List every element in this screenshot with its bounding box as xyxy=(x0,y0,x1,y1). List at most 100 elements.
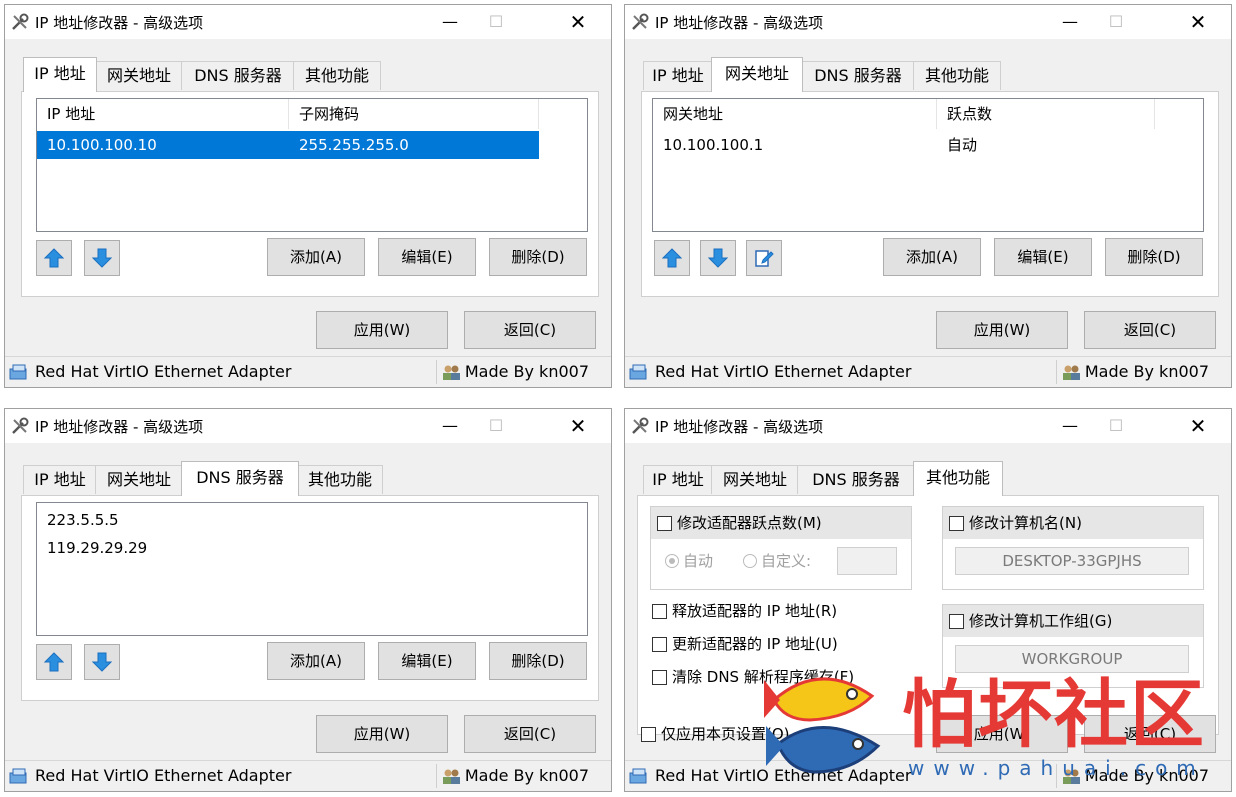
watermark-text: 怕坏社区 xyxy=(902,672,1206,758)
title-bar[interactable]: IP 地址修改器 - 高级选项 — ☐ ✕ xyxy=(5,409,611,443)
renew-ip-checkbox[interactable] xyxy=(652,637,667,652)
tab-gateway[interactable]: 网关地址 xyxy=(95,465,183,494)
metric-checkbox-label: 修改适配器跃点数(M) xyxy=(677,514,822,532)
move-down-button[interactable] xyxy=(700,240,736,276)
window-ip-tab: IP 地址修改器 - 高级选项 — ☐ ✕ IP 地址 网关地址 DNS 服务器… xyxy=(4,4,612,388)
maximize-button[interactable]: ☐ xyxy=(1093,409,1139,443)
apply-button[interactable]: 应用(W) xyxy=(936,311,1068,349)
title-bar[interactable]: IP 地址修改器 - 高级选项 — ☐ ✕ xyxy=(5,5,611,39)
tab-ip[interactable]: IP 地址 xyxy=(643,465,713,494)
title-bar[interactable]: IP 地址修改器 - 高级选项 — ☐ ✕ xyxy=(625,5,1231,39)
gateway-list[interactable]: 网关地址 跃点数 10.100.100.1 自动 xyxy=(652,98,1204,232)
tab-dns[interactable]: DNS 服务器 xyxy=(181,61,295,90)
tab-dns[interactable]: DNS 服务器 xyxy=(801,61,915,90)
flush-dns-checkbox[interactable] xyxy=(652,670,667,685)
tab-dns[interactable]: DNS 服务器 xyxy=(797,465,915,494)
users-icon xyxy=(443,769,460,784)
column-header-gateway[interactable]: 网关地址 xyxy=(653,99,937,129)
close-button[interactable]: ✕ xyxy=(555,409,601,443)
users-icon xyxy=(1063,365,1080,380)
author-label: Made By kn007 xyxy=(1084,362,1209,381)
column-header-metric[interactable]: 跃点数 xyxy=(937,99,1155,129)
window-gateway-tab: IP 地址修改器 - 高级选项 — ☐ ✕ IP 地址 网关地址 DNS 服务器… xyxy=(624,4,1232,388)
move-up-button[interactable] xyxy=(36,644,72,680)
status-bar: Red Hat VirtIO Ethernet Adapter Made By … xyxy=(5,356,611,387)
apply-button[interactable]: 应用(W) xyxy=(316,715,448,753)
status-bar: Red Hat VirtIO Ethernet Adapter Made By … xyxy=(625,356,1231,387)
apply-page-only-checkbox[interactable] xyxy=(641,727,656,742)
tab-other[interactable]: 其他功能 xyxy=(297,465,383,494)
tab-dns[interactable]: DNS 服务器 xyxy=(181,461,299,496)
move-up-button[interactable] xyxy=(36,240,72,276)
close-button[interactable]: ✕ xyxy=(1175,409,1221,443)
custom-metric-input[interactable] xyxy=(837,547,897,575)
minimize-button[interactable]: — xyxy=(1047,409,1093,443)
release-ip-checkbox[interactable] xyxy=(652,604,667,619)
tab-gateway[interactable]: 网关地址 xyxy=(711,57,803,92)
edit-metric-icon xyxy=(755,250,774,267)
arrow-up-icon xyxy=(662,248,682,268)
workgroup-checkbox[interactable] xyxy=(949,614,964,629)
minimize-button[interactable]: — xyxy=(427,409,473,443)
tab-panel: 223.5.5.5 119.29.29.29 添加(A) 编辑(E) 删除(D) xyxy=(21,495,599,701)
apply-button[interactable]: 应用(W) xyxy=(316,311,448,349)
list-item[interactable]: 223.5.5.5 xyxy=(47,511,119,529)
arrow-down-icon xyxy=(92,248,112,268)
back-button[interactable]: 返回(C) xyxy=(1084,311,1216,349)
dns-list[interactable]: 223.5.5.5 119.29.29.29 xyxy=(36,502,588,636)
maximize-button[interactable]: ☐ xyxy=(473,5,519,39)
network-adapter-icon xyxy=(9,364,27,380)
column-header-ip[interactable]: IP 地址 xyxy=(37,99,289,129)
tools-icon xyxy=(632,13,649,30)
delete-button[interactable]: 删除(D) xyxy=(489,238,587,276)
edit-button[interactable]: 编辑(E) xyxy=(994,238,1092,276)
back-button[interactable]: 返回(C) xyxy=(464,311,596,349)
minimize-button[interactable]: — xyxy=(427,5,473,39)
hostname-checkbox[interactable] xyxy=(949,516,964,531)
metric-checkbox[interactable] xyxy=(657,516,672,531)
edit-button[interactable]: 编辑(E) xyxy=(378,238,476,276)
network-adapter-icon xyxy=(629,768,647,784)
cell-ip: 10.100.100.10 xyxy=(47,136,157,154)
move-down-button[interactable] xyxy=(84,644,120,680)
add-button[interactable]: 添加(A) xyxy=(267,238,365,276)
tab-gateway[interactable]: 网关地址 xyxy=(711,465,799,494)
title-bar[interactable]: IP 地址修改器 - 高级选项 — ☐ ✕ xyxy=(625,409,1231,443)
tools-icon xyxy=(632,417,649,434)
custom-radio-label: 自定义: xyxy=(761,552,812,570)
tab-ip[interactable]: IP 地址 xyxy=(643,61,713,90)
back-button[interactable]: 返回(C) xyxy=(464,715,596,753)
tab-other[interactable]: 其他功能 xyxy=(913,461,1003,496)
move-up-button[interactable] xyxy=(654,240,690,276)
custom-radio[interactable] xyxy=(743,554,757,568)
tab-gateway[interactable]: 网关地址 xyxy=(95,61,183,90)
tab-ip[interactable]: IP 地址 xyxy=(23,465,97,494)
maximize-button[interactable]: ☐ xyxy=(1093,5,1139,39)
close-button[interactable]: ✕ xyxy=(555,5,601,39)
hostname-input[interactable]: DESKTOP-33GPJHS xyxy=(955,547,1189,575)
window-dns-tab: IP 地址修改器 - 高级选项 — ☐ ✕ IP 地址 网关地址 DNS 服务器… xyxy=(4,408,612,792)
edit-metric-button[interactable] xyxy=(746,240,782,276)
table-row[interactable]: 10.100.100.10 255.255.255.0 xyxy=(37,131,539,159)
edit-button[interactable]: 编辑(E) xyxy=(378,642,476,680)
maximize-button[interactable]: ☐ xyxy=(473,409,519,443)
column-header-mask[interactable]: 子网掩码 xyxy=(289,99,539,129)
cell-gateway: 10.100.100.1 xyxy=(663,136,764,154)
list-item[interactable]: 119.29.29.29 xyxy=(47,539,147,557)
delete-button[interactable]: 删除(D) xyxy=(1105,238,1203,276)
tab-ip[interactable]: IP 地址 xyxy=(23,57,97,92)
tab-panel: 网关地址 跃点数 10.100.100.1 自动 添加(A) 编辑(E) 删除(… xyxy=(641,91,1219,297)
minimize-button[interactable]: — xyxy=(1047,5,1093,39)
delete-button[interactable]: 删除(D) xyxy=(489,642,587,680)
close-button[interactable]: ✕ xyxy=(1175,5,1221,39)
cell-metric: 自动 xyxy=(947,136,978,154)
move-down-button[interactable] xyxy=(84,240,120,276)
table-row[interactable]: 10.100.100.1 自动 xyxy=(653,131,1155,159)
ip-list[interactable]: IP 地址 子网掩码 10.100.100.10 255.255.255.0 xyxy=(36,98,588,232)
tab-other[interactable]: 其他功能 xyxy=(913,61,1001,90)
add-button[interactable]: 添加(A) xyxy=(267,642,365,680)
auto-radio[interactable] xyxy=(665,554,679,568)
tab-other[interactable]: 其他功能 xyxy=(293,61,381,90)
add-button[interactable]: 添加(A) xyxy=(883,238,981,276)
network-adapter-icon xyxy=(9,768,27,784)
